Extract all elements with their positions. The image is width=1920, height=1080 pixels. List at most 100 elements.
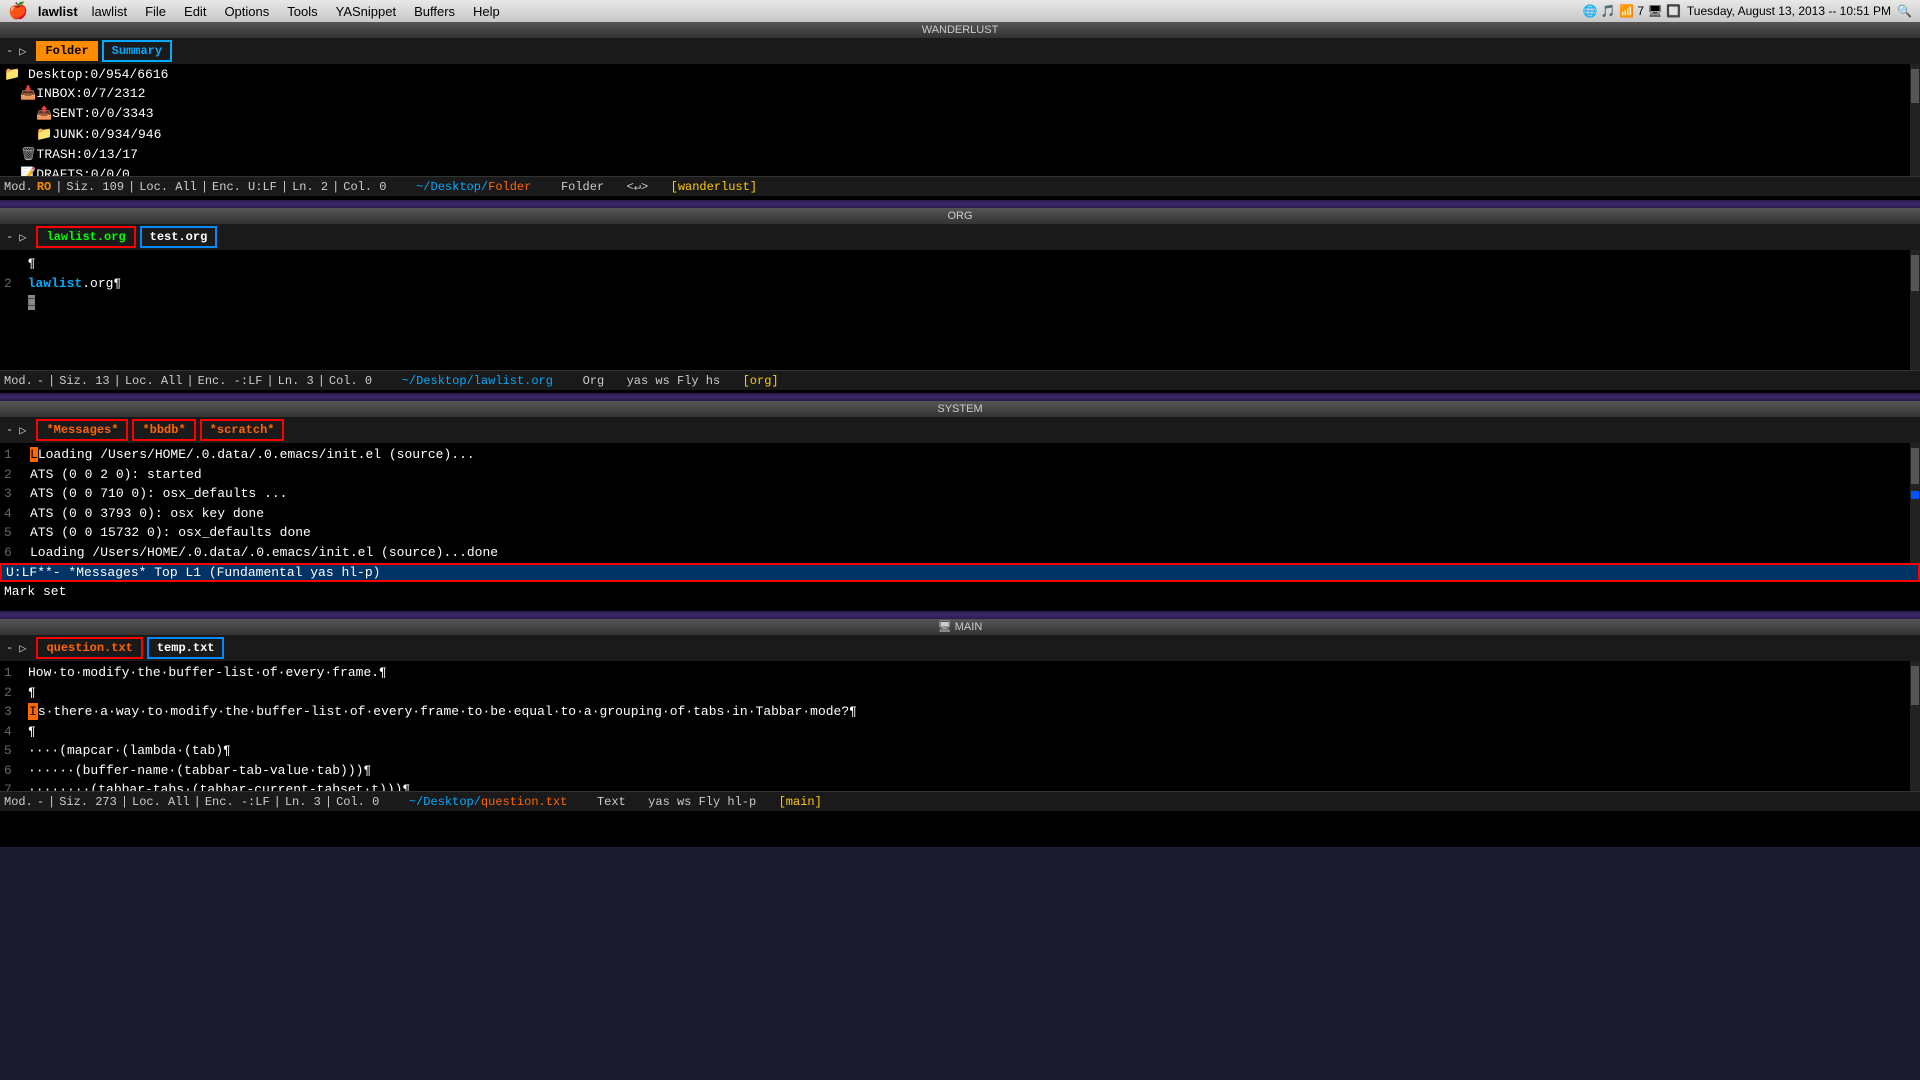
- org-para-1: ¶: [28, 256, 36, 271]
- org-path: ~/Desktop/lawlist.org: [402, 371, 553, 391]
- folder-drafts[interactable]: 📝 DRAFTS:0/0/0: [4, 165, 1916, 176]
- tab-bbdb[interactable]: *bbdb*: [132, 419, 195, 441]
- msg-line-7: 7 Word wrapping enabled: [4, 562, 1916, 563]
- menu-help[interactable]: Help: [465, 4, 508, 19]
- org-line-1: ¶: [4, 254, 1916, 274]
- main-col: Col. 0: [336, 792, 379, 812]
- org-path-file: lawlist.org: [474, 374, 553, 388]
- main-linenum-2: 2: [4, 683, 20, 703]
- main-line-5: 5 ····(mapcar·(lambda·(tab)¶: [4, 741, 1916, 761]
- main-linenum-3: 3: [4, 702, 20, 722]
- sys-nav-minus[interactable]: -: [4, 423, 15, 438]
- org-cursor-block: □: [28, 295, 36, 310]
- msg-linenum-5: 5: [4, 523, 24, 543]
- wl-ln: Ln. 2: [292, 177, 328, 197]
- org-titlebar: ORG: [0, 208, 1920, 224]
- wanderlust-content: 📁 Desktop:0/954/6616 📥 INBOX:0/7/2312 📤 …: [0, 64, 1920, 176]
- tab-test-org[interactable]: test.org: [140, 226, 218, 248]
- org-line-2: 2 lawlist.org¶: [4, 274, 1916, 294]
- main-mod: Mod.: [4, 792, 33, 812]
- main-bracket: [main]: [779, 792, 822, 812]
- folder-desktop: 📁 Desktop:0/954/6616: [4, 66, 1916, 84]
- junk-label: JUNK:0/934/946: [52, 126, 161, 144]
- msg-line-2: 2 ATS (0 0 2 0): started: [4, 465, 1916, 485]
- org-line-3: □: [4, 293, 1916, 313]
- main-line-1: 1 How·to·modify·the·buffer-list·of·every…: [4, 663, 1916, 683]
- main-linenum-4: 4: [4, 722, 20, 742]
- org-extra: yas ws Fly hs: [627, 371, 721, 391]
- menu-options[interactable]: Options: [216, 4, 277, 19]
- wl-path: ~/Desktop/Folder: [416, 177, 531, 197]
- menu-file[interactable]: File: [137, 4, 174, 19]
- system-tabbar: - ▷ *Messages* *bbdb* *scratch*: [0, 417, 1920, 443]
- system-panel: SYSTEM - ▷ *Messages* *bbdb* *scratch* 1…: [0, 401, 1920, 611]
- tab-folder[interactable]: Folder: [36, 41, 97, 61]
- main-text-2: ¶: [28, 683, 36, 703]
- main-line-3: 3 Is·there·a·way·to·modify·the·buffer-li…: [4, 702, 1916, 722]
- msg-line-5: 5 ATS (0 0 15732 0): osx_defaults done: [4, 523, 1916, 543]
- org-mod: Mod.: [4, 371, 33, 391]
- wl-arrow: <↵>: [627, 177, 649, 197]
- org-linenum-3: [4, 295, 12, 310]
- folder-junk[interactable]: 📁 JUNK:0/934/946: [4, 125, 1916, 145]
- wanderlust-scrollbar[interactable]: [1910, 64, 1920, 176]
- folder-sent[interactable]: 📤 SENT:0/0/3343: [4, 104, 1916, 124]
- apple-icon[interactable]: 🍎: [8, 1, 28, 21]
- org-linenum-1: [4, 256, 12, 271]
- msg-text-3: ATS (0 0 710 0): osx_defaults ...: [30, 484, 287, 504]
- main-statusbar: Mod. - | Siz. 273 | Loc. All | Enc. -:LF…: [0, 791, 1920, 811]
- menu-yasnippet[interactable]: YASnippet: [328, 4, 404, 19]
- main-line-2: 2 ¶: [4, 683, 1916, 703]
- wl-ro: RO: [37, 177, 51, 197]
- wl-col: Col. 0: [343, 177, 386, 197]
- desktop-label: Desktop:0/954/6616: [28, 67, 168, 82]
- tab-lawlist-org[interactable]: lawlist.org: [36, 226, 135, 248]
- org-nav-minus[interactable]: -: [4, 230, 15, 245]
- menu-lawlist[interactable]: lawlist: [84, 4, 135, 19]
- wl-bracket: [wanderlust]: [671, 177, 757, 197]
- main-text-1: How·to·modify·the·buffer-list·of·every·f…: [28, 663, 387, 683]
- tab-messages[interactable]: *Messages*: [36, 419, 128, 441]
- wl-nav-arrow[interactable]: ▷: [17, 44, 28, 59]
- main-linenum-6: 6: [4, 761, 20, 781]
- tab-temp-txt[interactable]: temp.txt: [147, 637, 225, 659]
- main-nav-minus[interactable]: -: [4, 641, 15, 656]
- tab-scratch[interactable]: *scratch*: [200, 419, 285, 441]
- main-scrollbar[interactable]: [1910, 661, 1920, 791]
- menu-tools[interactable]: Tools: [279, 4, 325, 19]
- tab-summary[interactable]: Summary: [102, 40, 172, 62]
- main-tabbar: - ▷ question.txt temp.txt: [0, 635, 1920, 661]
- folder-trash[interactable]: 🗑 TRASH:0/13/17: [4, 145, 1916, 165]
- main-panel: 🖥 MAIN - ▷ question.txt temp.txt 1 How·t…: [0, 619, 1920, 819]
- menu-edit[interactable]: Edit: [176, 4, 214, 19]
- org-tabbar: - ▷ lawlist.org test.org: [0, 224, 1920, 250]
- folder-inbox[interactable]: 📥 INBOX:0/7/2312: [4, 84, 1916, 104]
- msg-line-1: 1 LLoading /Users/HOME/.0.data/.0.emacs/…: [4, 445, 1916, 465]
- org-linenum-2: 2: [4, 276, 12, 291]
- system-titlebar: SYSTEM: [0, 401, 1920, 417]
- msg-linenum-3: 3: [4, 484, 24, 504]
- search-icon[interactable]: 🔍: [1897, 4, 1912, 18]
- tab-question-txt[interactable]: question.txt: [36, 637, 142, 659]
- main-content: 1 How·to·modify·the·buffer-list·of·every…: [0, 661, 1920, 791]
- sys-scrollbar[interactable]: [1910, 443, 1920, 563]
- msg-text-5: ATS (0 0 15732 0): osx_defaults done: [30, 523, 311, 543]
- system-title: SYSTEM: [937, 403, 982, 415]
- sys-nav-arrow[interactable]: ▷: [17, 423, 28, 438]
- app-name[interactable]: lawlist: [38, 4, 78, 19]
- msg-linenum-2: 2: [4, 465, 24, 485]
- trash-label: TRASH:0/13/17: [37, 146, 138, 164]
- main-text-7: ········(tabbar-tabs·(tabbar-current-tab…: [28, 780, 410, 791]
- main-text-6: ······(buffer-name·(tabbar-tab-value·tab…: [28, 761, 371, 781]
- msg-line-6: 6 Loading /Users/HOME/.0.data/.0.emacs/i…: [4, 543, 1916, 563]
- sys-scrollbar-indicator: [1911, 491, 1919, 499]
- menu-buffers[interactable]: Buffers: [406, 4, 463, 19]
- wl-nav-minus[interactable]: -: [4, 44, 15, 59]
- main-line-6: 6 ······(buffer-name·(tabbar-tab-value·t…: [4, 761, 1916, 781]
- msg-text-4: ATS (0 0 3793 0): osx key done: [30, 504, 264, 524]
- org-nav-arrow[interactable]: ▷: [17, 230, 28, 245]
- org-scrollbar[interactable]: [1910, 250, 1920, 370]
- main-nav-arrow[interactable]: ▷: [17, 641, 28, 656]
- org-panel: ORG - ▷ lawlist.org test.org ¶ 2 lawlist…: [0, 208, 1920, 393]
- wanderlust-title: WANDERLUST: [922, 24, 999, 36]
